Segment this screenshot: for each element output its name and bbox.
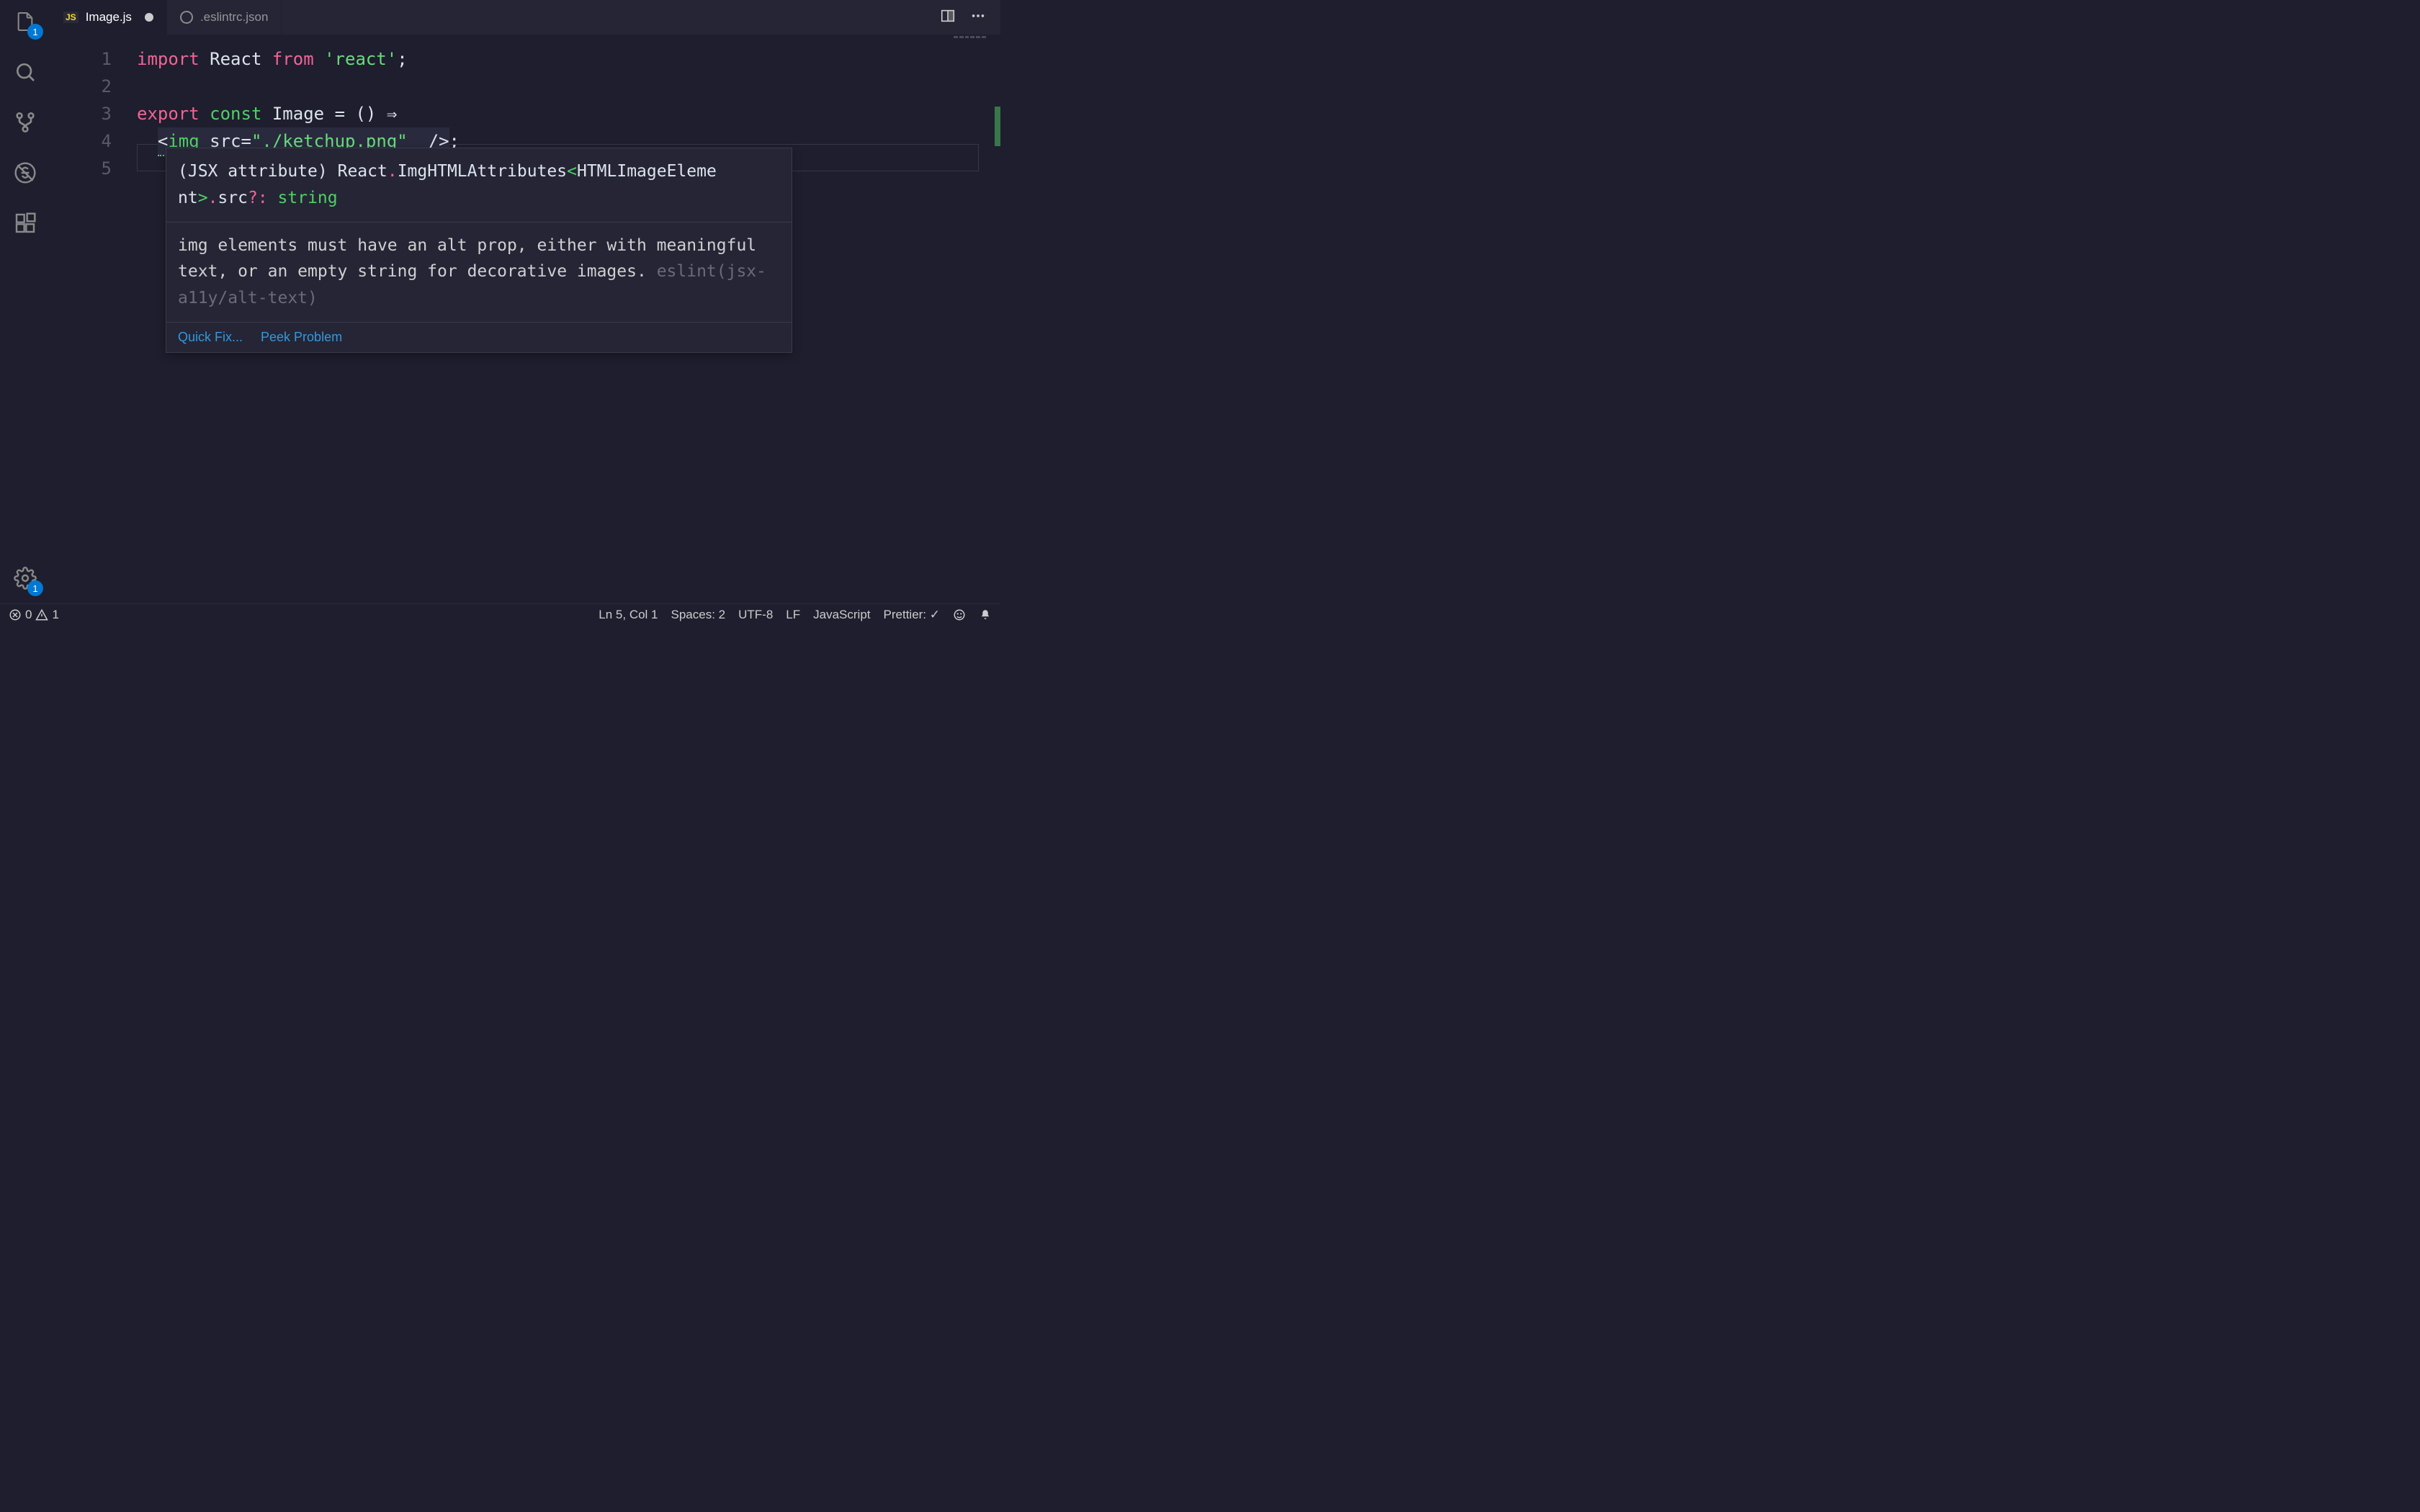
code-line[interactable]: import React from 'react'; [137,45,1000,73]
line-gutter: 1 2 3 4 5 [50,35,137,603]
feedback-icon[interactable] [953,608,966,621]
hover-signature: ((JSX attribute)JSX attribute) React.Img… [166,148,792,222]
error-icon [9,608,22,621]
more-actions-icon[interactable] [970,8,986,27]
peek-problem-link[interactable]: Peek Problem [261,330,342,345]
tab-label: Image.js [86,10,132,24]
js-file-icon: JS [63,12,79,23]
settings-badge: 1 [27,580,43,596]
eol-status[interactable]: LF [786,608,800,622]
scrollbar[interactable] [987,35,1000,603]
indentation-status[interactable]: Spaces: 2 [671,608,726,622]
json-file-icon [180,11,193,24]
status-bar: 0 1 Ln 5, Col 1 Spaces: 2 UTF-8 LF JavaS… [0,603,1000,625]
diff-marker [995,107,1000,146]
code-editor[interactable]: 1 2 3 4 5 import React from 'react'; exp… [50,35,1000,603]
activity-bar: 1 [0,0,50,603]
explorer-badge: 1 [27,24,43,40]
no-debug-icon[interactable] [11,158,40,187]
code-content[interactable]: import React from 'react'; export const … [137,35,1000,603]
formatter-status[interactable]: Prettier: ✓ [884,608,940,622]
cursor-position-status[interactable]: Ln 5, Col 1 [599,608,658,622]
tab-label: .eslintrc.json [200,10,268,24]
tab-image-js[interactable]: JS Image.js [50,0,167,35]
code-line[interactable] [137,73,1000,100]
editor-area: JS Image.js .eslintrc.json [50,0,1000,603]
tab-eslintrc[interactable]: .eslintrc.json [167,0,282,35]
search-icon[interactable] [11,58,40,86]
code-line[interactable]: export const Image = () ⇒ [137,100,1000,127]
explorer-icon[interactable]: 1 [11,7,40,36]
language-status[interactable]: JavaScript [813,608,870,622]
hover-diagnostic: img elements must have an alt prop, eith… [166,222,792,323]
problems-status[interactable]: 0 1 [9,608,59,622]
modified-dot-icon [145,13,153,22]
extensions-icon[interactable] [11,209,40,238]
minimap[interactable] [954,36,986,45]
notifications-icon[interactable] [979,608,992,621]
quick-fix-link[interactable]: Quick Fix... [178,330,243,345]
encoding-status[interactable]: UTF-8 [738,608,773,622]
tab-bar: JS Image.js .eslintrc.json [50,0,1000,35]
source-control-icon[interactable] [11,108,40,137]
hover-tooltip: ((JSX attribute)JSX attribute) React.Img… [166,148,792,353]
split-editor-icon[interactable] [940,8,956,27]
settings-gear-icon[interactable]: 1 [11,564,40,593]
warning-icon [35,608,48,621]
